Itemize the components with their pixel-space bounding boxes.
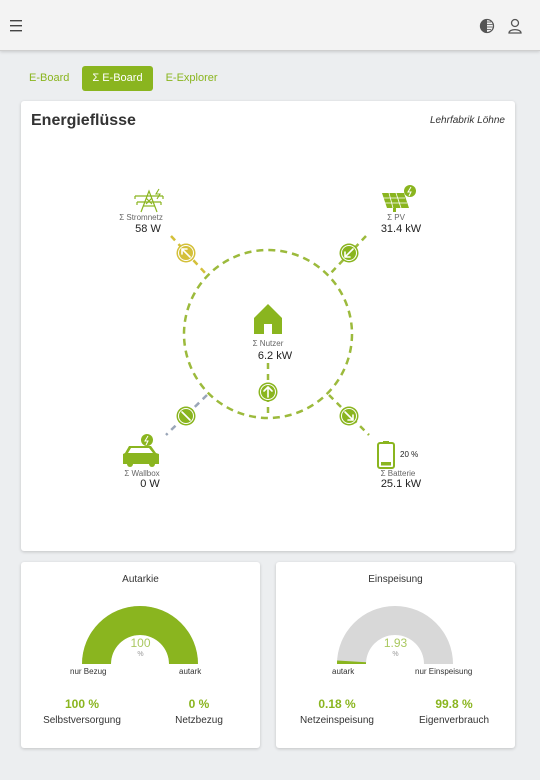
einspeisung-gauge-unit: % bbox=[392, 651, 399, 658]
grid-label: Σ Stromnetz bbox=[119, 213, 163, 222]
pv-flow-marker bbox=[339, 243, 359, 263]
autarkie-right-label: autark bbox=[179, 667, 202, 676]
wallbox-label: Σ Wallbox bbox=[124, 469, 160, 478]
consumer-value: 6.2 kW bbox=[257, 350, 293, 362]
consumer-label: Σ Nutzer bbox=[252, 339, 284, 348]
energy-flow-card: Energieflüsse Lehrfabrik Löhne Σ Stromne… bbox=[21, 101, 515, 551]
wallbox-flow-marker bbox=[176, 406, 196, 426]
contrast-icon[interactable] bbox=[475, 14, 499, 38]
battery-icon bbox=[377, 441, 395, 469]
grid-value: 58 W bbox=[135, 223, 161, 235]
battery-label: Σ Batterie bbox=[380, 469, 416, 478]
einspeisung-stat1-label: Netzeinspeisung bbox=[300, 715, 374, 726]
solar-panel-icon bbox=[382, 185, 416, 212]
tab-sum-e-board[interactable]: Σ E-Board bbox=[82, 66, 153, 91]
autarkie-gauge-value: 100 bbox=[130, 636, 151, 650]
battery-charge: 20 % bbox=[400, 450, 419, 459]
house-icon bbox=[254, 304, 282, 334]
tab-e-explorer[interactable]: E-Explorer bbox=[159, 66, 225, 91]
autarkie-card: Autarkie 100 % nur Bezug autark 100 % Se… bbox=[21, 562, 260, 748]
top-bar bbox=[0, 0, 540, 51]
wallbox-value: 0 W bbox=[140, 478, 160, 490]
tab-bar: E-Board Σ E-Board E-Explorer bbox=[22, 66, 225, 91]
einspeisung-right-label: nur Einspeisung bbox=[415, 667, 473, 676]
energy-flow-diagram bbox=[123, 185, 416, 469]
einspeisung-stat2-label: Eigenverbrauch bbox=[418, 715, 490, 726]
einspeisung-stat2-value: 99.8 % bbox=[435, 697, 473, 711]
autarkie-left-label: nur Bezug bbox=[70, 667, 107, 676]
battery-flow-marker bbox=[339, 406, 359, 426]
einspeisung-stat1-value: 0.18 % bbox=[318, 697, 356, 711]
consumer-flow-marker bbox=[258, 382, 278, 402]
pv-label: Σ PV bbox=[387, 213, 405, 222]
menu-icon[interactable] bbox=[5, 14, 29, 38]
electric-car-icon bbox=[123, 434, 159, 467]
autarkie-stat2-label: Netzbezug bbox=[175, 715, 223, 726]
einspeisung-gauge-value: 1.93 bbox=[383, 636, 408, 650]
pv-value: 31.4 kW bbox=[380, 223, 422, 235]
power-tower-icon bbox=[134, 188, 164, 213]
autarkie-stat1-value: 100 % bbox=[64, 697, 100, 711]
einspeisung-card: Einspeisung 1.93 % autark nur Einspeisun… bbox=[276, 562, 515, 748]
autarkie-stat1-label: Selbstversorgung bbox=[43, 715, 121, 726]
autarkie-gauge-unit: % bbox=[137, 651, 144, 658]
grid-flow-marker bbox=[176, 243, 196, 263]
battery-value: 25.1 kW bbox=[380, 478, 422, 490]
user-icon[interactable] bbox=[503, 14, 527, 38]
autarkie-stat2-value: 0 % bbox=[188, 697, 210, 711]
tab-e-board[interactable]: E-Board bbox=[22, 66, 76, 91]
einspeisung-left-label: autark bbox=[332, 667, 355, 676]
